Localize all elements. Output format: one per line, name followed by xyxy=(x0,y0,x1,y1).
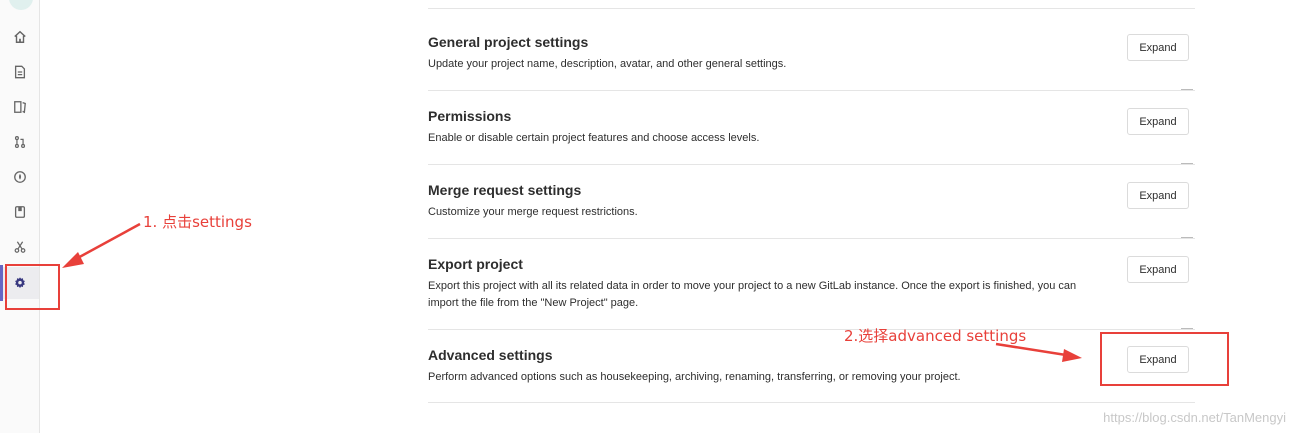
section-description: Perform advanced options such as houseke… xyxy=(428,371,961,383)
highlight-settings-box xyxy=(5,264,60,310)
divider-tick xyxy=(1181,237,1193,238)
divider-tick xyxy=(1181,89,1193,90)
sidebar-item-repository[interactable] xyxy=(0,57,39,87)
section-advanced: Advanced settings Perform advanced optio… xyxy=(428,330,1195,403)
section-title: Export project xyxy=(428,256,523,272)
section-merge-request: Merge request settings Customize your me… xyxy=(428,165,1195,239)
book-icon xyxy=(14,206,25,218)
section-description: Update your project name, description, a… xyxy=(428,58,787,70)
sidebar-item-merge-requests[interactable] xyxy=(0,127,39,157)
watermark: https://blog.csdn.net/TanMengyi xyxy=(1103,410,1286,425)
section-export: Export project Export this project with … xyxy=(428,239,1195,330)
sidebar-item-wiki[interactable] xyxy=(0,197,39,227)
project-avatar[interactable] xyxy=(9,0,33,10)
sidebar-item-project[interactable] xyxy=(0,22,39,52)
rocket-icon xyxy=(13,171,26,183)
arrow-step1 xyxy=(62,222,141,268)
expand-permissions-button[interactable]: Expand xyxy=(1127,108,1189,135)
merge-request-icon xyxy=(14,136,25,148)
section-title: Advanced settings xyxy=(428,347,553,363)
board-icon xyxy=(13,101,26,114)
section-description: Export this project with all its related… xyxy=(428,280,1077,309)
highlight-expand-box xyxy=(1100,332,1229,386)
file-icon xyxy=(14,65,25,79)
section-description: Customize your merge request restriction… xyxy=(428,206,638,218)
expand-export-button[interactable]: Expand xyxy=(1127,256,1189,283)
section-general: General project settings Update your pro… xyxy=(428,9,1195,91)
snippet-icon xyxy=(14,241,25,253)
annotation-step2: 2.选择advanced settings xyxy=(844,327,1027,345)
section-description: Enable or disable certain project featur… xyxy=(428,132,760,144)
sidebar-item-issues[interactable] xyxy=(0,92,39,122)
left-sidebar xyxy=(0,0,40,433)
divider-tick xyxy=(1181,163,1193,164)
section-permissions: Permissions Enable or disable certain pr… xyxy=(428,91,1195,165)
home-icon xyxy=(13,30,26,43)
sidebar-item-cicd[interactable] xyxy=(0,162,39,192)
expand-merge-request-button[interactable]: Expand xyxy=(1127,182,1189,209)
sidebar-item-snippets[interactable] xyxy=(0,232,39,262)
expand-general-button[interactable]: Expand xyxy=(1127,34,1189,61)
annotation-step1: 1. 点击settings xyxy=(143,213,252,231)
active-indicator xyxy=(0,265,3,301)
divider-tick xyxy=(1181,328,1193,329)
section-title: Merge request settings xyxy=(428,182,582,198)
section-title: General project settings xyxy=(428,34,589,50)
section-title: Permissions xyxy=(428,108,512,124)
